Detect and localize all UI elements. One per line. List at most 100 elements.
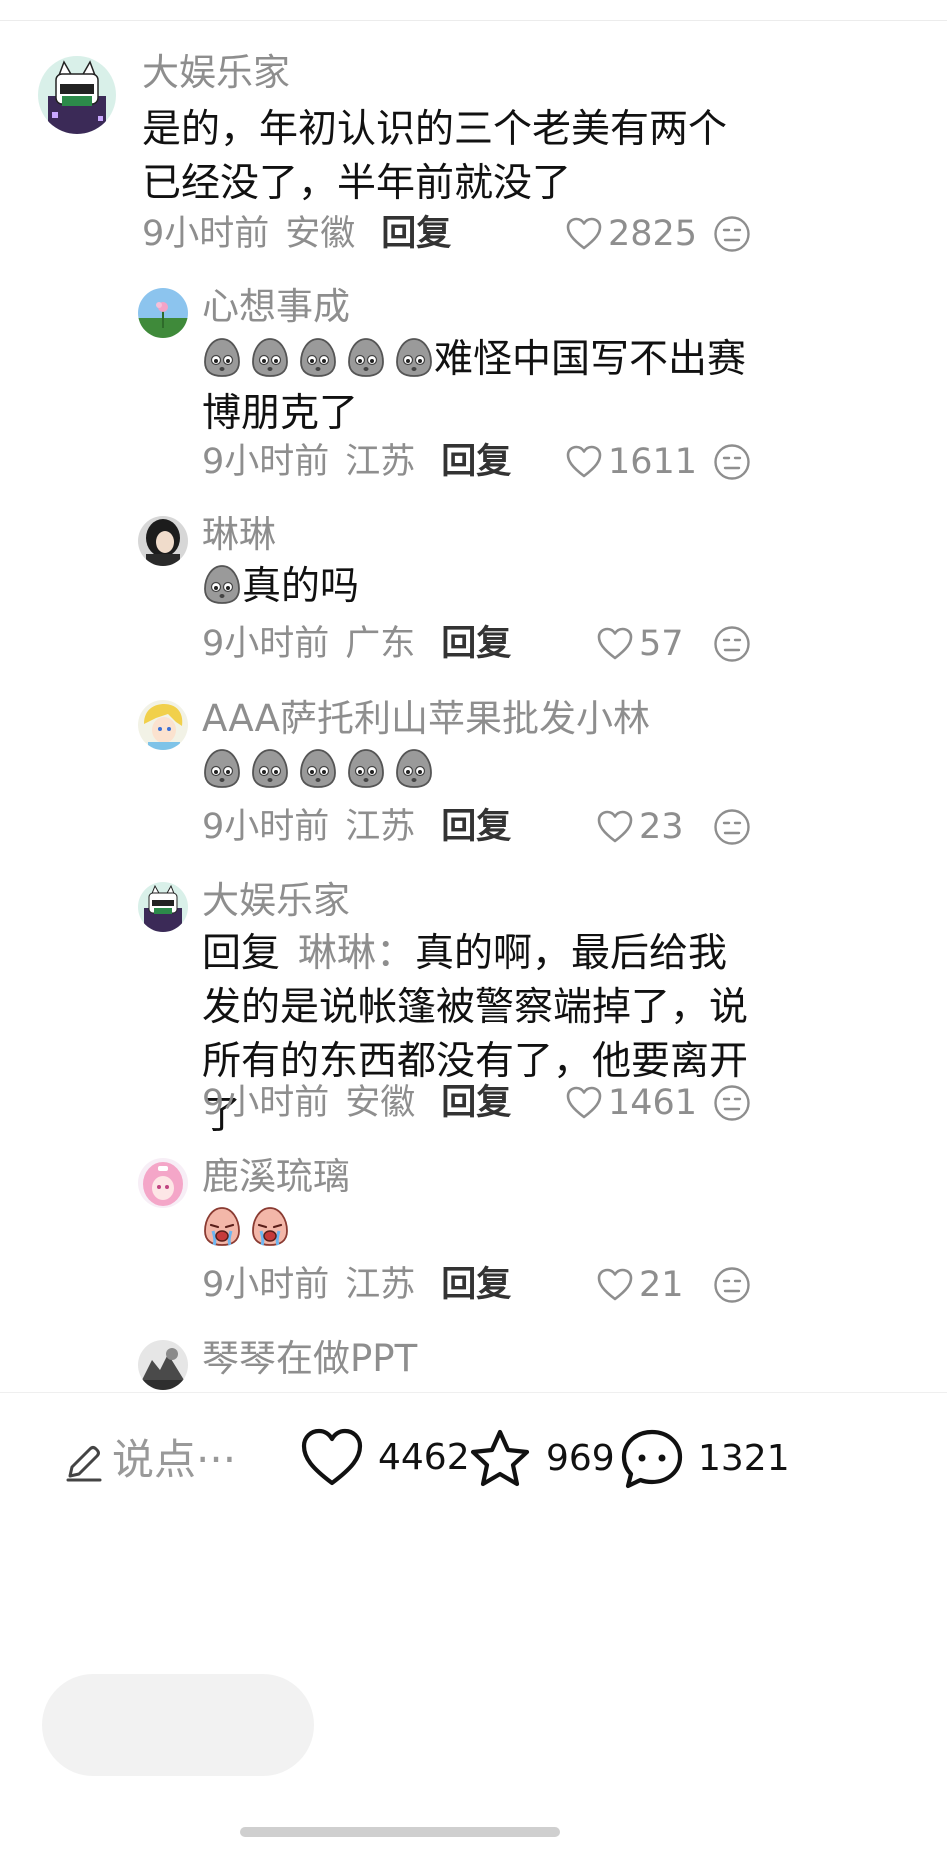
heart-outline-icon <box>566 217 602 250</box>
gray-egg-emoji <box>348 749 384 788</box>
meh-face-icon[interactable] <box>713 1084 751 1122</box>
comment-text: 难怪中国写不出赛博朋克了 <box>202 333 762 441</box>
reply-button[interactable]: 回复 <box>441 1265 511 1305</box>
comment-username[interactable]: 心想事成 <box>202 285 350 329</box>
comment-text <box>202 744 922 798</box>
comment-username[interactable]: 琳琳 <box>202 513 276 557</box>
comment-input[interactable] <box>42 1674 314 1776</box>
comment-time: 9小时前 <box>202 1265 330 1305</box>
comment-input-placeholder: 说点··· <box>112 1435 237 1484</box>
avatar[interactable] <box>138 516 188 566</box>
like-count: 57 <box>639 624 684 664</box>
heart-outline-icon <box>597 627 633 660</box>
comment-time: 9小时前 <box>202 442 330 482</box>
gray-egg-emoji <box>300 749 336 788</box>
like-button[interactable]: 23 <box>597 805 684 849</box>
reply-button[interactable]: 回复 <box>381 214 451 254</box>
reply-button[interactable]: 回复 <box>441 1083 511 1123</box>
gray-egg-emoji <box>396 749 432 788</box>
comment-meta: 9小时前 广东 回复 <box>202 622 511 666</box>
heart-outline-icon <box>597 810 633 843</box>
comment-username[interactable]: 大娱乐家 <box>142 51 290 95</box>
heart-outline-icon <box>597 1268 633 1301</box>
crying-emoji <box>252 1207 288 1246</box>
like-button[interactable]: 21 <box>597 1263 684 1307</box>
comment-location: 江苏 <box>345 442 416 482</box>
gray-egg-emoji <box>252 749 288 788</box>
like-count: 4462 <box>378 1437 470 1478</box>
favorite-count: 969 <box>546 1438 615 1479</box>
like-button[interactable]: 57 <box>597 622 684 666</box>
emoji-group <box>202 1205 290 1247</box>
emoji-group <box>202 336 434 378</box>
like-button[interactable]: 2825 <box>566 212 697 256</box>
comment-username[interactable]: 琴琴在做PPT <box>202 1337 417 1381</box>
like-count: 1611 <box>608 442 698 482</box>
comment-username[interactable]: 大娱乐家 <box>202 879 350 923</box>
comment-meta: 9小时前 江苏 回复 <box>202 1263 511 1307</box>
like-count: 1461 <box>608 1083 698 1123</box>
meh-face-icon[interactable] <box>713 808 751 846</box>
meh-face-icon[interactable] <box>713 1266 751 1304</box>
comment-location: 安徽 <box>345 1083 416 1123</box>
like-action[interactable]: 4462 <box>300 1428 470 1488</box>
gray-egg-emoji <box>252 338 288 377</box>
avatar[interactable] <box>138 882 188 932</box>
comment-text <box>202 1202 922 1256</box>
chat-bubble-icon <box>621 1429 683 1489</box>
avatar[interactable] <box>138 1340 188 1390</box>
top-divider <box>0 20 947 21</box>
like-button[interactable]: 1611 <box>566 440 697 484</box>
heart-outline-icon <box>301 1428 363 1486</box>
comment-text: 真的吗 <box>202 560 922 614</box>
favorite-action[interactable]: 969 <box>468 1428 615 1490</box>
comment-username[interactable]: 鹿溪琉璃 <box>202 1155 350 1199</box>
reply-button[interactable]: 回复 <box>441 807 511 847</box>
pencil-icon <box>66 1446 102 1482</box>
comment-username[interactable]: AAA萨托利山苹果批发小林 <box>202 697 650 741</box>
comment-meta: 9小时前 江苏 回复 <box>202 805 511 849</box>
comment-time: 9小时前 <box>142 214 270 254</box>
avatar[interactable] <box>138 288 188 338</box>
comment-time: 9小时前 <box>202 807 330 847</box>
comment-action[interactable]: 1321 <box>620 1428 790 1490</box>
emoji-group <box>202 563 242 605</box>
reply-target-username[interactable]: 琳琳： <box>298 931 415 976</box>
gray-egg-emoji <box>204 565 240 604</box>
like-button[interactable]: 1461 <box>566 1081 697 1125</box>
meh-face-icon[interactable] <box>713 443 751 481</box>
comment-time: 9小时前 <box>202 1083 330 1123</box>
like-count: 2825 <box>608 214 698 254</box>
comment-time: 9小时前 <box>202 624 330 664</box>
meh-face-icon[interactable] <box>713 625 751 663</box>
reply-button[interactable]: 回复 <box>441 442 511 482</box>
gray-egg-emoji <box>348 338 384 377</box>
comment-meta: 9小时前 安徽 回复 <box>142 212 451 256</box>
heart-outline-icon <box>566 445 602 478</box>
avatar[interactable] <box>138 700 188 750</box>
gray-egg-emoji <box>300 338 336 377</box>
heart-outline-icon <box>566 1086 602 1119</box>
comment-count: 1321 <box>698 1438 790 1479</box>
emoji-group <box>202 747 434 789</box>
comment-text-content: 真的吗 <box>242 564 360 609</box>
star-outline-icon <box>470 1429 530 1487</box>
comment-location: 江苏 <box>345 807 416 847</box>
like-count: 23 <box>639 807 684 847</box>
avatar[interactable] <box>138 1158 188 1208</box>
comment-location: 安徽 <box>285 214 356 254</box>
meh-face-icon[interactable] <box>713 215 751 253</box>
comment-meta: 9小时前 江苏 回复 <box>202 440 511 484</box>
crying-emoji <box>204 1207 240 1246</box>
gray-egg-emoji <box>204 749 240 788</box>
comment-location: 江苏 <box>345 1265 416 1305</box>
reply-button[interactable]: 回复 <box>441 624 511 664</box>
comment-text: 是的，年初认识的三个老美有两个已经没了，半年前就没了 <box>142 107 728 206</box>
gray-egg-emoji <box>396 338 432 377</box>
avatar[interactable] <box>38 56 116 134</box>
comment-location: 广东 <box>345 624 416 664</box>
home-indicator <box>240 1827 560 1837</box>
reply-prefix: 回复 <box>202 931 281 976</box>
comment-meta: 9小时前 安徽 回复 <box>202 1081 511 1125</box>
gray-egg-emoji <box>204 338 240 377</box>
